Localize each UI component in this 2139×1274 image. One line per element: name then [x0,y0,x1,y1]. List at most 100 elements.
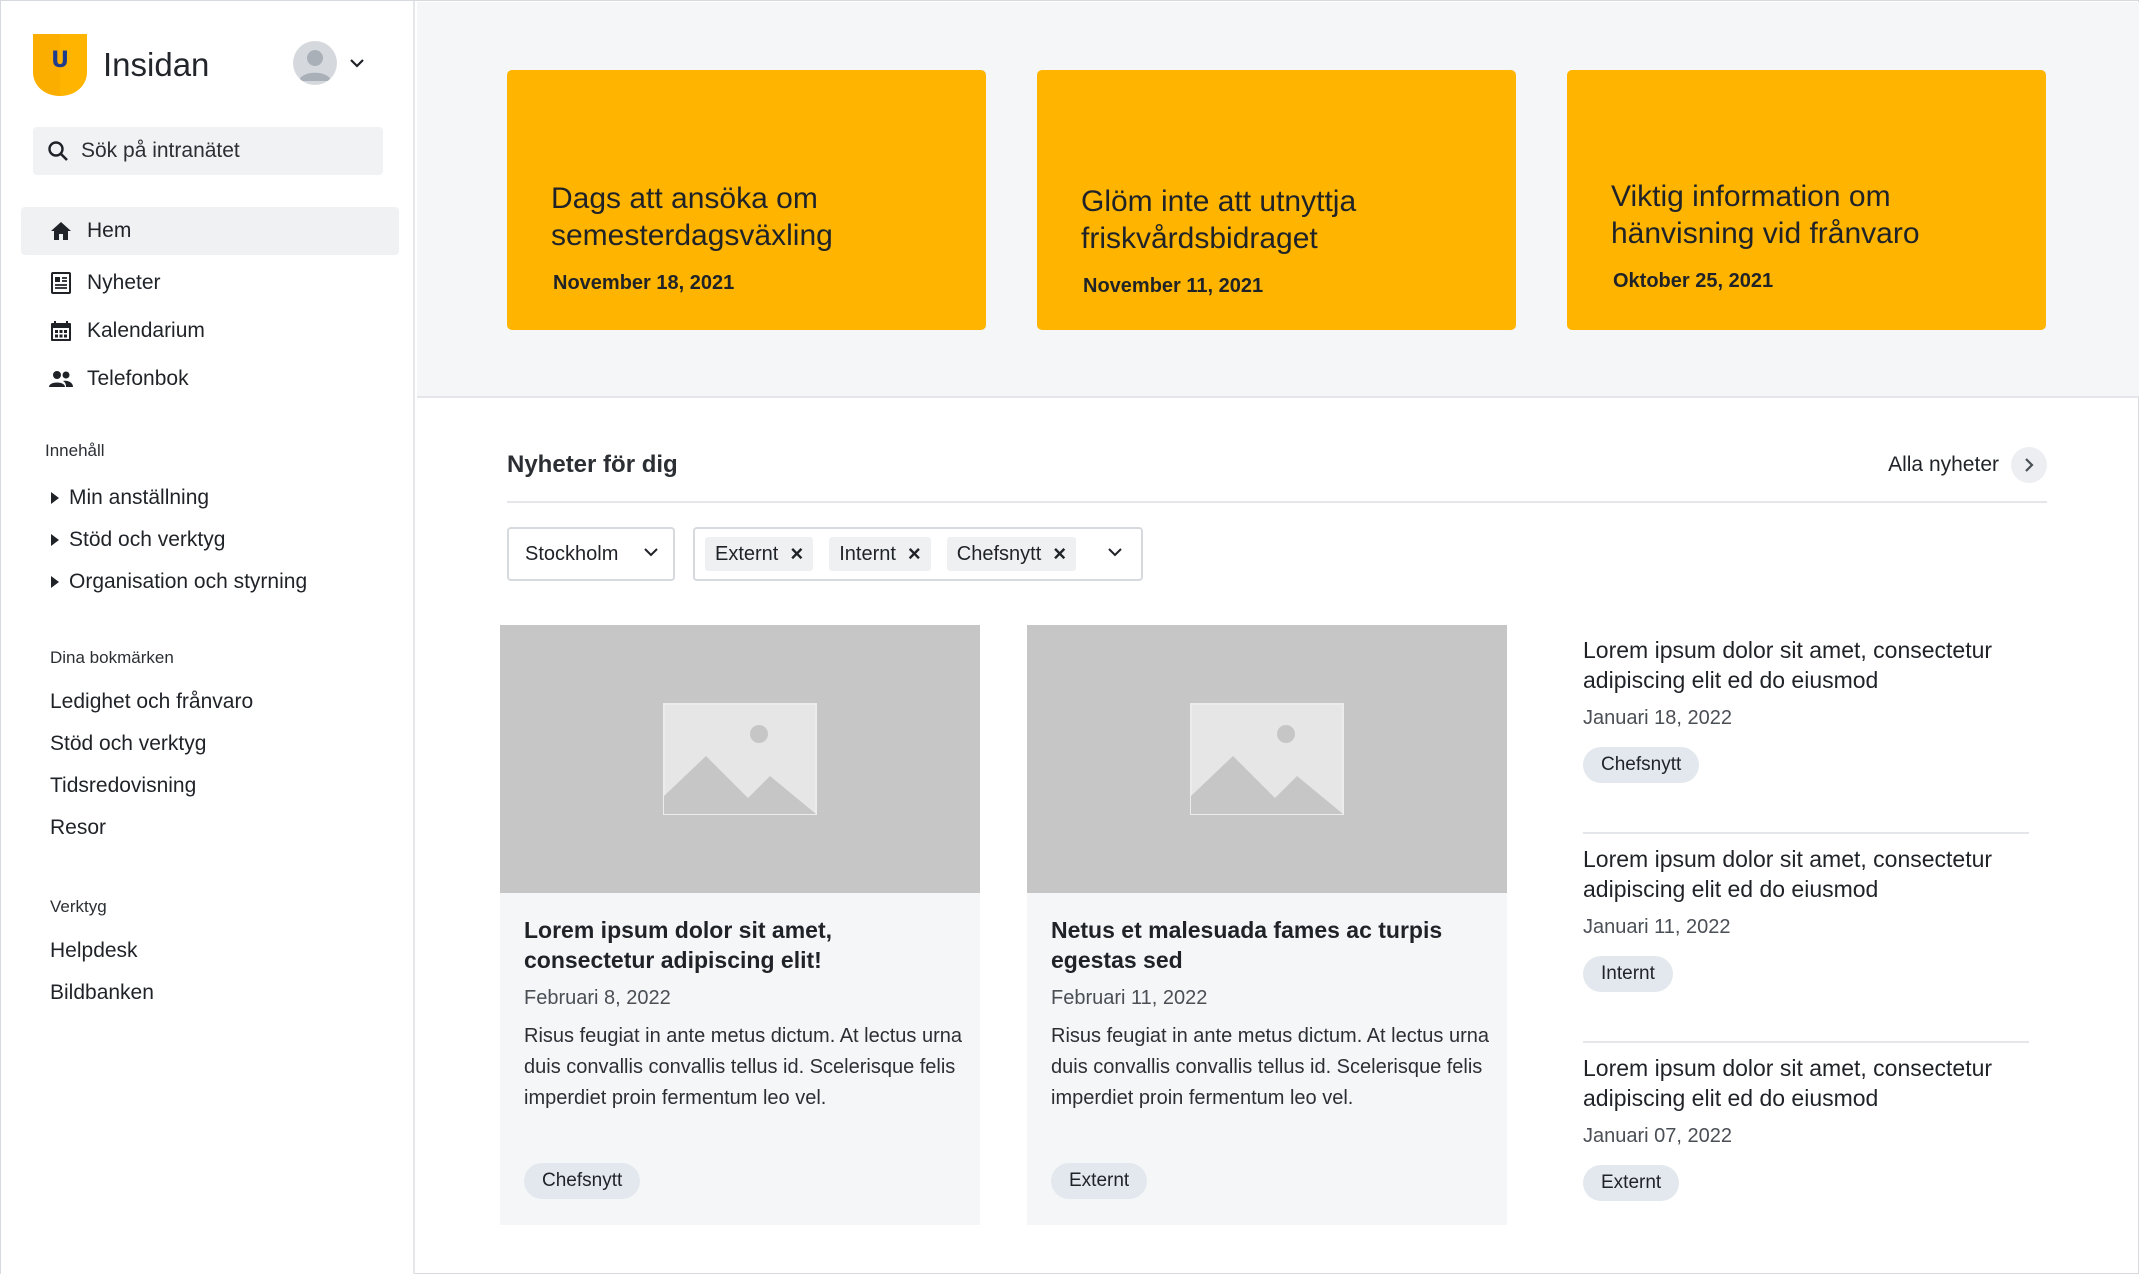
tag-filter-select[interactable]: Externt × Internt × Chefsnytt × [693,527,1143,581]
caret-right-icon [51,576,59,588]
news-section-title: Nyheter för dig [507,451,678,478]
nav-item-home[interactable]: Hem [21,207,399,255]
list-item[interactable]: Lorem ipsum dolor sit amet, consectetur … [1583,1043,2029,1252]
bookmarks-list: Ledighet och frånvaro Stöd och verktyg T… [50,681,253,849]
tree-item-organisation[interactable]: Organisation och styrning [51,561,307,603]
bookmark-link[interactable]: Tidsredovisning [50,765,253,807]
user-menu[interactable] [293,41,365,85]
tree-item-employment[interactable]: Min anställning [51,477,307,519]
news-card[interactable]: Netus et malesuada fames ac turpis egest… [1027,625,1507,1225]
bookmarks-title: Dina bokmärken [50,648,174,667]
hero-card-date: November 18, 2021 [553,272,735,294]
list-item-title: Lorem ipsum dolor sit amet, consectetur … [1583,637,1993,693]
nav-item-news[interactable]: Nyheter [21,259,399,307]
chevron-right-icon [2025,458,2034,472]
all-news-link[interactable]: Alla nyheter [1888,447,2047,483]
newspaper-icon [49,271,73,295]
nav-label: Kalendarium [87,319,205,342]
hero-section: Dags att ansöka om semesterdagsväxling N… [417,2,2139,398]
chevron-down-icon [350,59,364,68]
hero-card[interactable]: Glöm inte att utnyttja friskvårdsbidrage… [1037,70,1516,330]
tools-list: Helpdesk Bildbanken [50,930,154,1014]
tree-label: Organisation och styrning [69,570,308,593]
search-box[interactable] [33,127,383,175]
card-title: Netus et malesuada fames ac turpis egest… [1051,917,1443,973]
hero-card[interactable]: Viktig information om hänvisning vid frå… [1567,70,2046,330]
close-icon[interactable]: × [790,543,803,565]
tree-label: Stöd och verktyg [69,528,226,551]
close-icon[interactable]: × [908,543,921,565]
nav-label: Telefonbok [87,367,189,390]
card-title: Lorem ipsum dolor sit amet, consectetur … [524,917,832,973]
home-icon [49,219,73,243]
side-news-list: Lorem ipsum dolor sit amet, consectetur … [1583,625,2029,1252]
chevron-right-button[interactable] [2011,447,2047,483]
filter-chip: Chefsnytt × [946,537,1077,571]
city-filter-select[interactable]: Stockholm [507,527,675,581]
image-icon [1190,703,1344,815]
filter-chip: Externt × [705,537,814,571]
list-item-title: Lorem ipsum dolor sit amet, consectetur … [1583,846,1993,902]
page-frame: U Insidan Sök på intranätet Hem Nyheter … [0,0,2139,1274]
hero-card-title: Dags att ansöka om semesterdagsväxling [551,182,833,252]
caret-right-icon [51,534,59,546]
tree-item-support-tools[interactable]: Stöd och verktyg [51,519,307,561]
hero-card-title: Glöm inte att utnyttja friskvårdsbidrage… [1081,185,1357,255]
content-tree: Min anställning Stöd och verktyg Organis… [51,477,307,603]
hero-card-date: Oktober 25, 2021 [1613,270,1774,292]
chevron-down-icon[interactable] [1107,547,1123,557]
list-item-date: Januari 18, 2022 [1583,707,1733,729]
brand[interactable]: U Insidan [33,33,209,97]
image-placeholder [500,625,980,893]
tool-link-helpdesk[interactable]: Helpdesk [50,930,154,972]
card-excerpt: Risus feugiat in ante metus dictum. At l… [524,1025,962,1109]
search-input[interactable] [81,139,361,163]
logo-letter: U [51,48,69,73]
calendar-icon [49,319,73,343]
bookmark-link[interactable]: Ledighet och frånvaro [50,681,253,723]
nav-item-calendar[interactable]: Kalendarium [21,307,399,355]
category-tag: Chefsnytt [1583,747,1700,783]
nav-label: Nyheter [87,271,161,294]
all-news-label: Alla nyheter [1888,453,1999,476]
bookmark-link[interactable]: Resor [50,807,253,849]
list-item-date: Januari 11, 2022 [1583,916,1731,938]
image-icon [663,703,817,815]
caret-right-icon [51,492,59,504]
card-date: Februari 8, 2022 [524,987,671,1009]
hero-card-title: Viktig information om hänvisning vid frå… [1611,180,1920,250]
list-item[interactable]: Lorem ipsum dolor sit amet, consectetur … [1583,834,2029,1043]
main-nav: Hem Nyheter Kalendarium Telefonbok [21,207,399,403]
tools-title: Verktyg [50,897,107,916]
tool-link-image-bank[interactable]: Bildbanken [50,972,154,1014]
news-header: Nyheter för dig Alla nyheter [507,441,2047,503]
category-tag: Internt [1583,956,1673,992]
list-item-date: Januari 07, 2022 [1583,1125,1733,1147]
nav-item-phonebook[interactable]: Telefonbok [21,355,399,403]
image-placeholder [1027,625,1507,893]
tree-label: Min anställning [69,486,210,509]
list-item[interactable]: Lorem ipsum dolor sit amet, consectetur … [1583,625,2029,834]
list-item-title: Lorem ipsum dolor sit amet, consectetur … [1583,1055,1993,1111]
bookmark-link[interactable]: Stöd och verktyg [50,723,253,765]
hero-card-date: November 11, 2021 [1083,275,1264,297]
search-icon [48,141,68,161]
chevron-down-icon [644,548,658,557]
avatar [293,41,337,85]
category-tag: Externt [1051,1163,1148,1199]
chip-label: Internt [839,542,896,565]
sidebar: U Insidan Sök på intranätet Hem Nyheter … [1,1,415,1274]
logo-icon: U [33,34,87,96]
people-icon [49,367,73,391]
close-icon[interactable]: × [1053,543,1066,565]
app-name: Insidan [103,46,210,83]
card-excerpt: Risus feugiat in ante metus dictum. At l… [1051,1025,1489,1109]
user-icon [299,50,331,81]
city-filter-value: Stockholm [525,542,619,565]
chip-label: Externt [715,542,779,565]
nav-label: Hem [87,219,132,242]
hero-card[interactable]: Dags att ansöka om semesterdagsväxling N… [507,70,986,330]
news-card[interactable]: Lorem ipsum dolor sit amet, consectetur … [500,625,980,1225]
category-tag: Externt [1583,1165,1680,1201]
chip-label: Chefsnytt [956,542,1042,565]
